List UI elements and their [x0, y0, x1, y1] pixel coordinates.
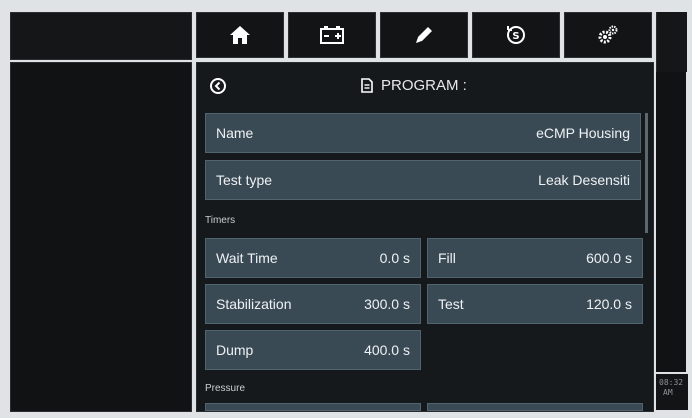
stabilization-label: Stabilization	[216, 296, 292, 312]
name-label: Name	[216, 125, 254, 141]
edit-button[interactable]	[380, 12, 468, 58]
gears-icon	[598, 25, 618, 44]
page-title: PROGRAM :	[361, 77, 467, 94]
back-icon[interactable]	[209, 77, 227, 95]
test-type-value: Leak Desensiti	[538, 172, 630, 188]
fill-field[interactable]: Fill 600.0 s	[427, 238, 643, 278]
pressure-field-right[interactable]	[427, 403, 643, 411]
dump-field[interactable]: Dump 400.0 s	[205, 330, 421, 370]
svg-text:S: S	[512, 31, 519, 42]
fill-value: 600.0 s	[586, 250, 632, 266]
battery-icon	[320, 26, 344, 44]
test-value: 120.0 s	[586, 296, 632, 312]
pencil-icon	[416, 27, 432, 43]
wait-time-label: Wait Time	[216, 250, 278, 266]
pressure-field-left[interactable]	[205, 403, 421, 411]
fill-label: Fill	[438, 250, 456, 266]
wait-time-field[interactable]: Wait Time 0.0 s	[205, 238, 421, 278]
program-header: PROGRAM :	[197, 63, 653, 107]
test-type-label: Test type	[216, 172, 273, 188]
name-field[interactable]: Name eCMP Housing	[205, 113, 641, 153]
left-main-panel	[10, 62, 192, 412]
dump-label: Dump	[216, 342, 254, 358]
right-top-panel	[656, 12, 687, 72]
currency-button[interactable]: S	[472, 12, 560, 58]
stabilization-value: 300.0 s	[364, 296, 410, 312]
scrollbar[interactable]	[645, 113, 648, 233]
wait-time-value: 0.0 s	[379, 250, 410, 266]
battery-button[interactable]	[288, 12, 376, 58]
home-icon	[230, 26, 250, 44]
clock-ampm: AM	[663, 388, 673, 397]
timers-section-label: Timers	[205, 215, 236, 226]
stabilization-field[interactable]: Stabilization 300.0 s	[205, 284, 421, 324]
settings-button[interactable]	[564, 12, 652, 58]
screen: 08:32 AM S PROGRAM: Name eCMP Housing T…	[0, 0, 692, 418]
test-label: Test	[438, 296, 464, 312]
dump-value: 400.0 s	[364, 342, 410, 358]
test-type-field[interactable]: Test type Leak Desensiti	[205, 160, 641, 200]
pressure-section-label: Pressure	[205, 383, 246, 394]
document-icon	[361, 78, 373, 93]
currency-icon: S	[507, 26, 525, 44]
home-button[interactable]	[196, 12, 284, 58]
program-panel: PROGRAM : Name eCMP Housing Test type Le…	[196, 62, 654, 412]
right-main-panel	[656, 72, 686, 372]
left-top-panel	[10, 12, 192, 60]
test-field[interactable]: Test 120.0 s	[427, 284, 643, 324]
top-toolbar: S	[196, 12, 652, 58]
clock-time: 08:32	[659, 378, 684, 387]
name-value: eCMP Housing	[536, 125, 630, 141]
clock: 08:32 AM	[656, 374, 688, 410]
page-title-text: PROGRAM :	[381, 77, 467, 94]
